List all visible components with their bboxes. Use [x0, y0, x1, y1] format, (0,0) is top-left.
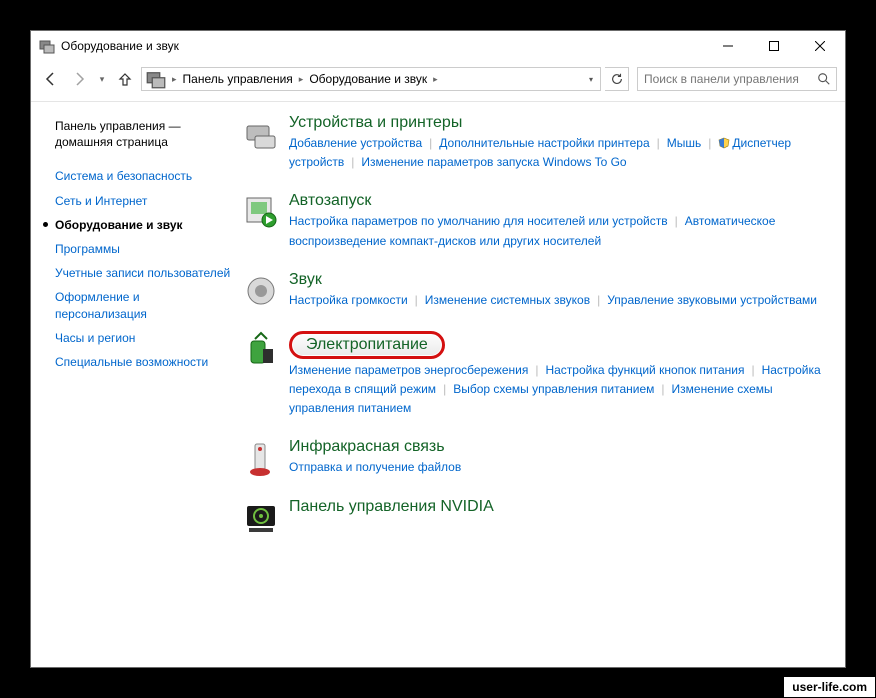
link-separator: |: [751, 363, 754, 377]
recent-dropdown[interactable]: ▾: [95, 67, 109, 91]
category: Устройства и принтеры Добавление устройст…: [241, 114, 833, 172]
category-links: Добавление устройства | Дополнительные нас…: [289, 134, 833, 172]
navigation-bar: ▾ ▸ Панель управления ▸ Оборудование и з…: [31, 61, 845, 97]
task-link[interactable]: Настройка громкости: [289, 293, 408, 307]
location-icon: [146, 69, 166, 89]
link-separator: |: [661, 382, 664, 396]
breadcrumb-sep-icon: ▸: [170, 74, 179, 85]
breadcrumb-sep-icon: ▸: [297, 74, 306, 85]
category: Автозапуск Настройка параметров по умолча…: [241, 192, 833, 250]
category-links: Изменение параметров энергосбережения | На…: [289, 361, 833, 419]
watermark-badge: user-life.com: [783, 676, 876, 698]
task-link[interactable]: Выбор схемы управления питанием: [453, 382, 654, 396]
task-link[interactable]: Управление звуковыми устройствами: [607, 293, 817, 307]
sidebar-item[interactable]: Оборудование и звук: [55, 213, 233, 237]
maximize-button[interactable]: [751, 31, 797, 61]
sidebar: Панель управления — домашняя страница Си…: [31, 114, 241, 667]
sidebar-home-link[interactable]: Панель управления — домашняя страница: [55, 114, 233, 154]
link-separator: |: [708, 136, 711, 150]
shield-icon: [718, 136, 730, 148]
address-bar[interactable]: ▸ Панель управления ▸ Оборудование и зву…: [141, 67, 601, 91]
category: Звук Настройка громкости | Изменение систем…: [241, 271, 833, 311]
refresh-button[interactable]: [605, 67, 629, 91]
link-separator: |: [429, 136, 432, 150]
task-link[interactable]: Настройка функций кнопок питания: [545, 363, 744, 377]
up-button[interactable]: [113, 67, 137, 91]
search-input[interactable]: [638, 72, 812, 86]
link-separator: |: [443, 382, 446, 396]
category-icon: [241, 192, 281, 232]
task-link[interactable]: Отправка и получение файлов: [289, 460, 461, 474]
breadcrumb-sep-icon: ▸: [431, 74, 440, 85]
category-heading[interactable]: Автозапуск: [289, 192, 371, 210]
sidebar-item[interactable]: Программы: [55, 237, 233, 261]
category-heading[interactable]: Звук: [289, 271, 322, 289]
sidebar-item[interactable]: Часы и регион: [55, 326, 233, 350]
control-panel-window: Оборудование и звук ▾ ▸ Панель управлени…: [30, 30, 846, 668]
link-separator: |: [675, 214, 678, 228]
search-icon[interactable]: [812, 72, 836, 86]
category-icon: [241, 331, 281, 371]
sidebar-item[interactable]: Система и безопасность: [55, 164, 233, 188]
category-links: Настройка громкости | Изменение системных …: [289, 291, 833, 310]
link-separator: |: [597, 293, 600, 307]
category-heading[interactable]: Устройства и принтеры: [289, 114, 462, 132]
link-separator: |: [351, 155, 354, 169]
task-link[interactable]: Изменение параметров энергосбережения: [289, 363, 528, 377]
task-link[interactable]: Дополнительные настройки принтера: [439, 136, 649, 150]
toolbar-divider: [31, 101, 845, 102]
category-icon: [241, 271, 281, 311]
task-link[interactable]: Мышь: [667, 136, 702, 150]
back-button[interactable]: [39, 67, 63, 91]
sidebar-item[interactable]: Оформление и персонализация: [55, 285, 233, 325]
category: ЭлектропитаниеИзменение параметров энерг…: [241, 331, 833, 419]
address-dropdown-icon[interactable]: ▾: [582, 75, 600, 84]
link-separator: |: [657, 136, 660, 150]
search-box[interactable]: [637, 67, 837, 91]
breadcrumb-root[interactable]: Панель управления: [179, 72, 297, 86]
task-link[interactable]: Изменение параметров запуска Windows To …: [361, 155, 626, 169]
category-icon: [241, 114, 281, 154]
minimize-button[interactable]: [705, 31, 751, 61]
category-links: Настройка параметров по умолчанию для но…: [289, 212, 833, 250]
link-separator: |: [535, 363, 538, 377]
category-heading[interactable]: Панель управления NVIDIA: [289, 498, 494, 516]
category: Инфракрасная связь Отправка и получение ф…: [241, 438, 833, 478]
titlebar: Оборудование и звук: [31, 31, 845, 61]
category-icon: [241, 498, 281, 538]
category-heading[interactable]: Инфракрасная связь: [289, 438, 445, 456]
category: Панель управления NVIDIA: [241, 498, 833, 538]
window-icon: [39, 38, 55, 54]
task-link[interactable]: Добавление устройства: [289, 136, 422, 150]
category-heading[interactable]: Электропитание: [289, 331, 445, 359]
main-content: Устройства и принтеры Добавление устройст…: [241, 114, 845, 667]
category-icon: [241, 438, 281, 478]
category-links: Отправка и получение файлов: [289, 458, 833, 477]
window-title: Оборудование и звук: [61, 39, 179, 53]
sidebar-item[interactable]: Сеть и Интернет: [55, 189, 233, 213]
sidebar-item[interactable]: Специальные возможности: [55, 350, 233, 374]
link-separator: |: [415, 293, 418, 307]
breadcrumb-current[interactable]: Оборудование и звук: [305, 72, 431, 86]
forward-button[interactable]: [67, 67, 91, 91]
close-button[interactable]: [797, 31, 843, 61]
task-link[interactable]: Изменение системных звуков: [425, 293, 590, 307]
sidebar-item[interactable]: Учетные записи пользователей: [55, 261, 233, 285]
task-link[interactable]: Настройка параметров по умолчанию для но…: [289, 214, 668, 228]
